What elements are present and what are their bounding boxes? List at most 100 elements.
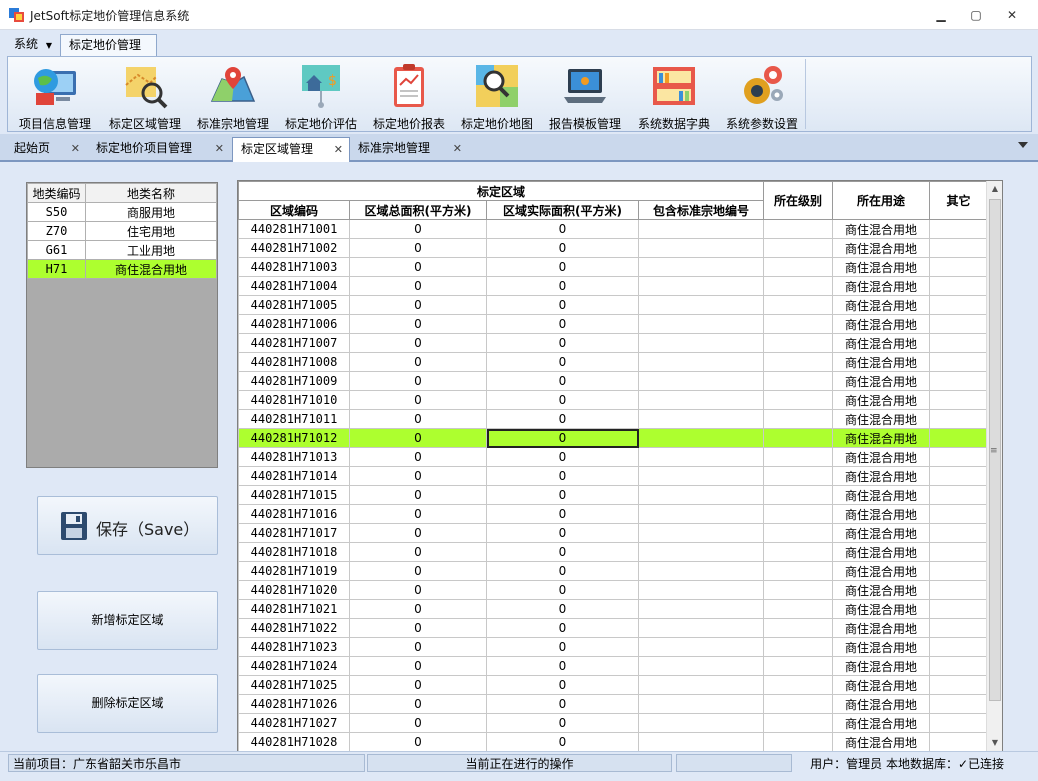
cell-usage[interactable]: 商住混合用地 bbox=[832, 694, 930, 714]
region-manage-button[interactable]: 标定区域管理 bbox=[101, 59, 189, 131]
column-header[interactable]: 地类名称 bbox=[85, 183, 217, 203]
cell-other[interactable] bbox=[929, 352, 988, 372]
cell-region-code[interactable]: 440281H71028 bbox=[238, 732, 350, 751]
cell-other[interactable] bbox=[929, 409, 988, 429]
cell-region-code[interactable]: 440281H71007 bbox=[238, 333, 350, 353]
cell-other[interactable] bbox=[929, 599, 988, 619]
system-params-button[interactable]: 系统参数设置 bbox=[717, 59, 807, 131]
cell-parcel-ids[interactable] bbox=[638, 618, 764, 638]
close-tab-icon[interactable]: ✕ bbox=[71, 137, 80, 160]
cell-parcel-ids[interactable] bbox=[638, 504, 764, 524]
add-region-button[interactable]: 新增标定区域 bbox=[37, 591, 218, 650]
cell-parcel-ids[interactable] bbox=[638, 580, 764, 600]
cell-usage[interactable]: 商住混合用地 bbox=[832, 637, 930, 657]
cell-total-area[interactable]: 0 bbox=[349, 675, 487, 695]
maximize-button[interactable]: ▢ bbox=[962, 5, 990, 25]
cell-region-code[interactable]: 440281H71001 bbox=[238, 219, 350, 239]
land-type-row[interactable]: H71 商住混合用地 bbox=[27, 259, 217, 279]
tab-list-dropdown-icon[interactable] bbox=[1018, 142, 1028, 148]
cell-actual-area[interactable]: 0 bbox=[486, 333, 639, 353]
table-row[interactable]: 440281H71028 0 0 商住混合用地 bbox=[238, 732, 988, 751]
cell-region-code[interactable]: 440281H71005 bbox=[238, 295, 350, 315]
cell-actual-area[interactable]: 0 bbox=[486, 732, 639, 751]
cell-usage[interactable]: 商住混合用地 bbox=[832, 257, 930, 277]
cell-usage[interactable]: 商住混合用地 bbox=[832, 333, 930, 353]
cell-usage[interactable]: 商住混合用地 bbox=[832, 390, 930, 410]
cell-total-area[interactable]: 0 bbox=[349, 219, 487, 239]
cell-level[interactable] bbox=[763, 390, 833, 410]
cell-actual-area[interactable]: 0 bbox=[486, 504, 639, 524]
cell-parcel-ids[interactable] bbox=[638, 675, 764, 695]
report-template-button[interactable]: 报告模板管理 bbox=[541, 59, 629, 131]
cell-parcel-ids[interactable] bbox=[638, 238, 764, 258]
cell-region-code[interactable]: 440281H71019 bbox=[238, 561, 350, 581]
land-type-row[interactable]: G61 工业用地 bbox=[27, 240, 217, 260]
table-row[interactable]: 440281H71017 0 0 商住混合用地 bbox=[238, 523, 988, 543]
cell-parcel-ids[interactable] bbox=[638, 371, 764, 391]
cell-level[interactable] bbox=[763, 219, 833, 239]
cell-region-code[interactable]: 440281H71023 bbox=[238, 637, 350, 657]
cell-total-area[interactable]: 0 bbox=[349, 656, 487, 676]
tab-start-page[interactable]: 起始页 ✕ bbox=[6, 137, 86, 162]
cell-level[interactable] bbox=[763, 295, 833, 315]
close-button[interactable]: ✕ bbox=[998, 5, 1026, 25]
cell-parcel-ids[interactable] bbox=[638, 523, 764, 543]
column-header[interactable]: 区域实际面积(平方米) bbox=[486, 200, 639, 220]
cell-other[interactable] bbox=[929, 295, 988, 315]
column-header[interactable]: 其它 bbox=[929, 181, 988, 220]
scroll-up-arrow-icon[interactable]: ▲ bbox=[987, 181, 1003, 197]
cell-region-code[interactable]: 440281H71011 bbox=[238, 409, 350, 429]
cell-total-area[interactable]: 0 bbox=[349, 504, 487, 524]
cell-region-code[interactable]: 440281H71006 bbox=[238, 314, 350, 334]
cell-other[interactable] bbox=[929, 637, 988, 657]
table-row[interactable]: 440281H71014 0 0 商住混合用地 bbox=[238, 466, 988, 486]
cell-level[interactable] bbox=[763, 314, 833, 334]
cell-level[interactable] bbox=[763, 675, 833, 695]
cell-usage[interactable]: 商住混合用地 bbox=[832, 656, 930, 676]
cell-other[interactable] bbox=[929, 580, 988, 600]
cell-total-area[interactable]: 0 bbox=[349, 618, 487, 638]
cell-usage[interactable]: 商住混合用地 bbox=[832, 504, 930, 524]
cell-parcel-ids[interactable] bbox=[638, 219, 764, 239]
column-header[interactable]: 地类编码 bbox=[27, 183, 86, 203]
cell-usage[interactable]: 商住混合用地 bbox=[832, 238, 930, 258]
cell-total-area[interactable]: 0 bbox=[349, 637, 487, 657]
cell-region-code[interactable]: 440281H71020 bbox=[238, 580, 350, 600]
cell-other[interactable] bbox=[929, 504, 988, 524]
cell-region-code[interactable]: 440281H71004 bbox=[238, 276, 350, 296]
cell-level[interactable] bbox=[763, 504, 833, 524]
table-row[interactable]: 440281H71006 0 0 商住混合用地 bbox=[238, 314, 988, 334]
minimize-button[interactable]: ▁ bbox=[927, 5, 955, 25]
cell-parcel-ids[interactable] bbox=[638, 409, 764, 429]
cell-level[interactable] bbox=[763, 409, 833, 429]
table-row[interactable]: 440281H71016 0 0 商住混合用地 bbox=[238, 504, 988, 524]
table-row[interactable]: 440281H71005 0 0 商住混合用地 bbox=[238, 295, 988, 315]
land-type-row[interactable]: Z70 住宅用地 bbox=[27, 221, 217, 241]
table-row[interactable]: 440281H71020 0 0 商住混合用地 bbox=[238, 580, 988, 600]
cell-region-code[interactable]: 440281H71002 bbox=[238, 238, 350, 258]
cell-other[interactable] bbox=[929, 238, 988, 258]
cell-actual-area[interactable]: 0 bbox=[486, 295, 639, 315]
cell-other[interactable] bbox=[929, 542, 988, 562]
cell-usage[interactable]: 商住混合用地 bbox=[832, 352, 930, 372]
column-header[interactable]: 所在级别 bbox=[763, 181, 833, 220]
cell-usage[interactable]: 商住混合用地 bbox=[832, 675, 930, 695]
cell-actual-area[interactable]: 0 bbox=[486, 466, 639, 486]
grid-vertical-scrollbar[interactable]: ▲ ≡ ▼ bbox=[986, 181, 1002, 751]
table-row[interactable]: 440281H71019 0 0 商住混合用地 bbox=[238, 561, 988, 581]
cell-level[interactable] bbox=[763, 257, 833, 277]
cell-actual-area[interactable]: 0 bbox=[486, 447, 639, 467]
cell-level[interactable] bbox=[763, 599, 833, 619]
ribbon-tab-system[interactable]: 系统 ▼ bbox=[6, 34, 60, 56]
cell-usage[interactable]: 商住混合用地 bbox=[832, 371, 930, 391]
cell-parcel-ids[interactable] bbox=[638, 390, 764, 410]
scroll-down-arrow-icon[interactable]: ▼ bbox=[987, 735, 1003, 751]
cell-other[interactable] bbox=[929, 447, 988, 467]
table-row[interactable]: 440281H71022 0 0 商住混合用地 bbox=[238, 618, 988, 638]
land-type-name[interactable]: 商住混合用地 bbox=[85, 259, 217, 279]
table-row[interactable]: 440281H71008 0 0 商住混合用地 bbox=[238, 352, 988, 372]
cell-total-area[interactable]: 0 bbox=[349, 428, 487, 448]
table-row[interactable]: 440281H71002 0 0 商住混合用地 bbox=[238, 238, 988, 258]
cell-other[interactable] bbox=[929, 618, 988, 638]
cell-level[interactable] bbox=[763, 542, 833, 562]
